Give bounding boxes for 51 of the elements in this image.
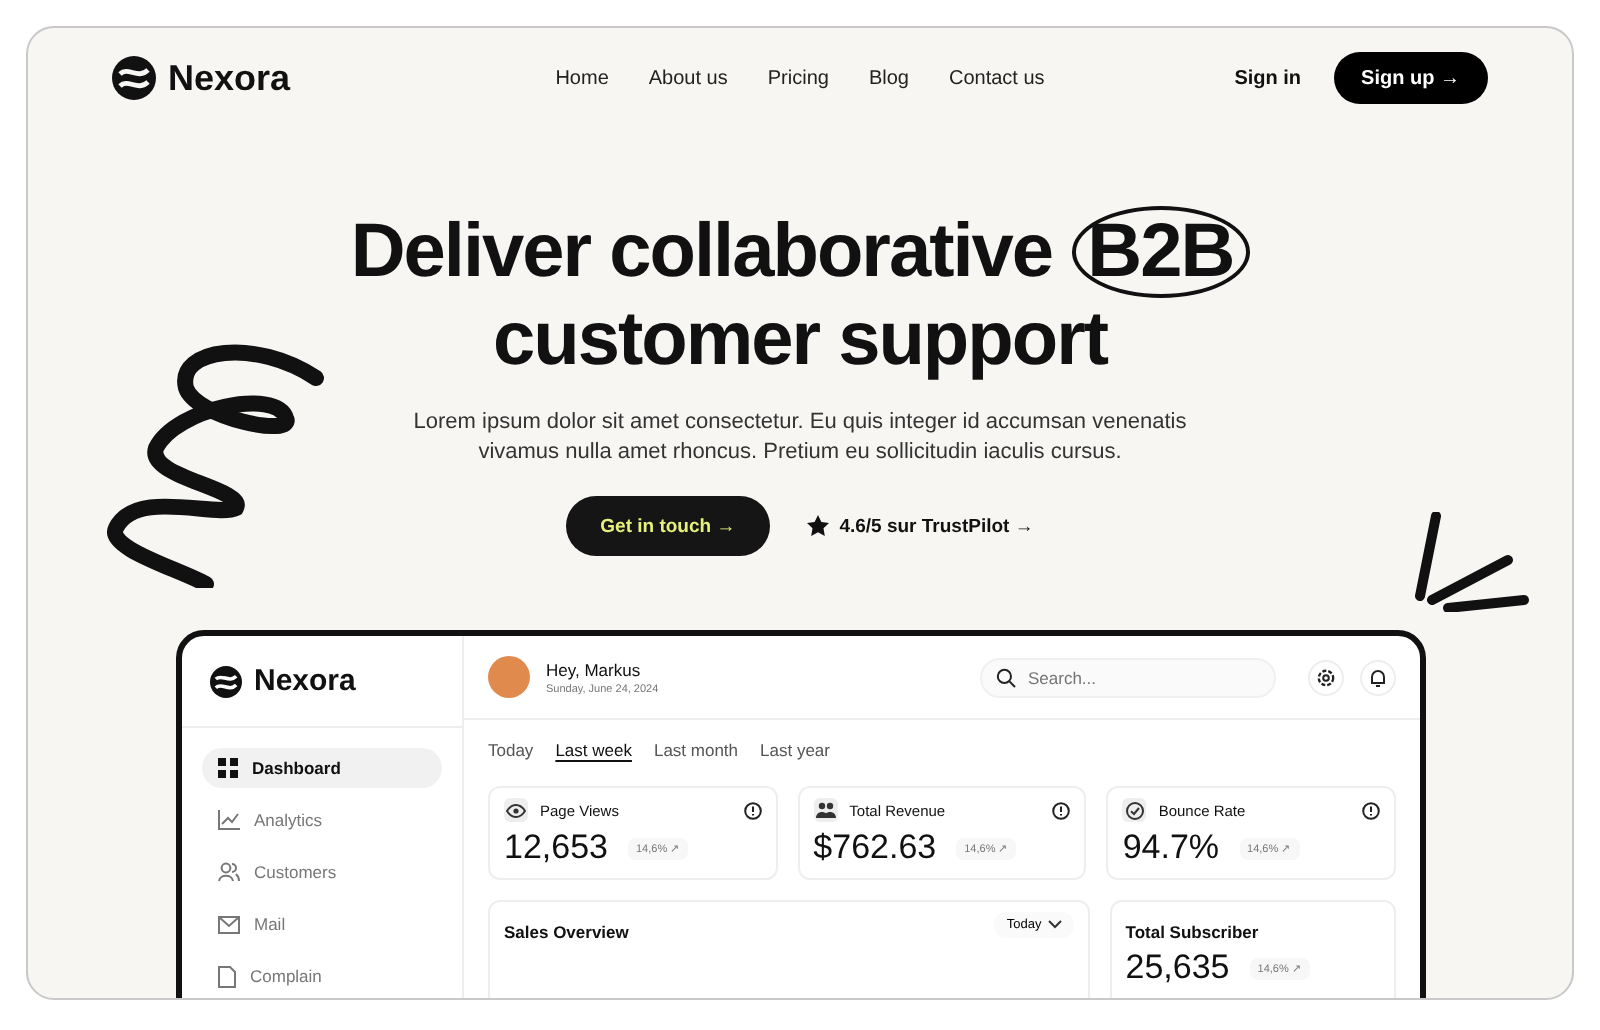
logo-icon xyxy=(112,56,156,100)
period-tab[interactable]: Last year xyxy=(760,740,830,760)
card-title: Sales Overview xyxy=(504,922,629,942)
period-tab[interactable]: Last month xyxy=(653,740,739,760)
hero-title: Deliver collaborative B2B customer support xyxy=(28,208,1572,384)
sign-in-link[interactable]: Sign in xyxy=(1234,67,1302,89)
brand-name: Nexora xyxy=(254,664,356,698)
stat-value: $762.63 xyxy=(813,828,937,868)
grid-icon xyxy=(218,758,238,778)
sidebar-item[interactable]: Customers xyxy=(202,852,442,892)
sidebar-item[interactable]: Analytics xyxy=(202,800,442,840)
sidebar-item[interactable]: Complain xyxy=(202,956,442,996)
stat-value: 12,653 xyxy=(504,828,608,868)
star-icon xyxy=(805,514,830,538)
search-field[interactable]: Search... xyxy=(980,657,1276,697)
card-title: Total Subscriber xyxy=(1125,922,1261,942)
nav-link[interactable]: Pricing xyxy=(767,67,829,89)
sidebar-item[interactable]: Mail xyxy=(202,904,442,944)
bell-icon xyxy=(1368,667,1388,687)
nav-link[interactable]: About us xyxy=(648,67,728,89)
get-in-touch-button[interactable]: Get in touch → xyxy=(566,496,770,556)
stat-value: 25,635 xyxy=(1125,948,1230,988)
nav-link[interactable]: Home xyxy=(555,67,609,89)
nav-link[interactable]: Contact us xyxy=(948,67,1045,89)
ray-strokes-drawing xyxy=(1412,512,1532,612)
hero-description: Lorem ipsum dolor sit amet consectetur. Eu quis integer id accumsan venenatis vivamus nulla amet rhoncus. Pretium eu sollicitudin iaculis cursus. xyxy=(411,408,1189,468)
gear-icon xyxy=(1316,667,1336,687)
greeting: Hey, Markus xyxy=(546,659,643,679)
logo-icon xyxy=(210,665,242,697)
trustpilot-rating-link[interactable]: 4.6/5 sur TrustPilot → xyxy=(839,515,1034,537)
sidebar-item[interactable]: Dashboard xyxy=(202,748,442,788)
info-icon xyxy=(1052,801,1071,819)
info-icon xyxy=(1362,801,1380,819)
avatar xyxy=(488,656,530,698)
users-icon xyxy=(218,862,240,882)
brand-name: Nexora xyxy=(168,57,291,99)
mail-icon xyxy=(218,915,240,933)
settings-button[interactable] xyxy=(1308,659,1344,695)
period-tab[interactable]: Today xyxy=(488,740,534,760)
check-badge-icon xyxy=(1125,801,1144,819)
users-icon xyxy=(815,802,836,818)
document-icon xyxy=(218,965,236,987)
chart-icon xyxy=(218,810,240,830)
caret-icon xyxy=(1047,920,1062,930)
sign-up-button[interactable]: Sign up → xyxy=(1333,52,1488,104)
nav-link[interactable]: Blog xyxy=(868,67,909,89)
notifications-button[interactable] xyxy=(1360,659,1396,695)
info-icon xyxy=(743,801,762,819)
period-tab[interactable]: Last week xyxy=(555,740,632,760)
eye-icon xyxy=(506,803,526,817)
stat-value: 94.7% xyxy=(1122,828,1220,868)
